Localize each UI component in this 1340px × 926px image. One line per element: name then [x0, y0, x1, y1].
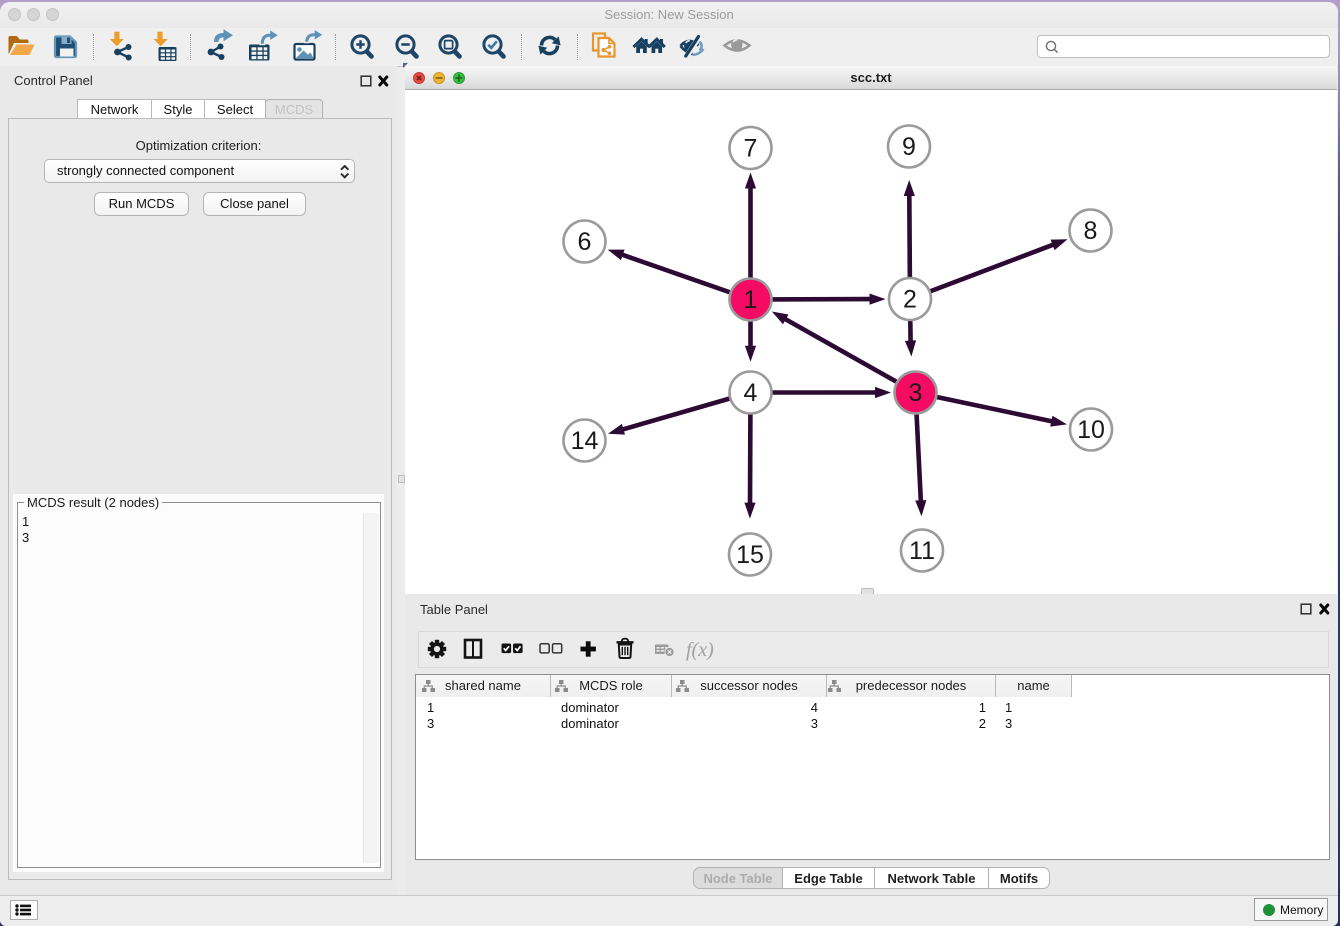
svg-text:2: 2	[903, 286, 917, 314]
svg-text:f(x): f(x)	[686, 639, 714, 661]
svg-text:8: 8	[1084, 217, 1098, 245]
svg-text:6: 6	[578, 228, 592, 256]
svg-text:7: 7	[744, 135, 758, 163]
svg-text:3: 3	[909, 379, 923, 407]
svg-text:15: 15	[736, 541, 764, 569]
svg-text:14: 14	[571, 427, 599, 455]
svg-text:4: 4	[744, 379, 758, 407]
svg-text:1: 1	[744, 286, 758, 314]
svg-text:11: 11	[909, 537, 935, 565]
svg-text:10: 10	[1077, 416, 1105, 444]
svg-text:9: 9	[902, 133, 916, 161]
